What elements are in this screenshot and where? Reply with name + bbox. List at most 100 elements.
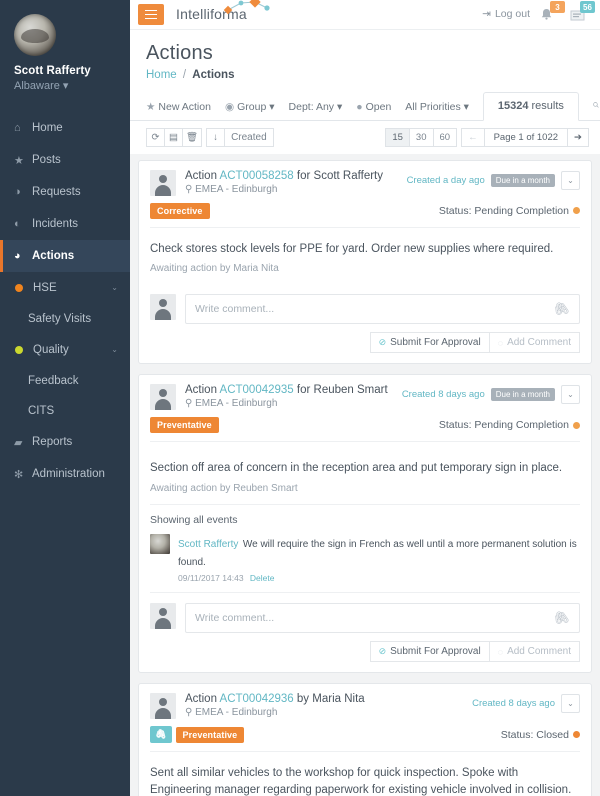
card-header: Action ACT00058258 for Scott Rafferty ⚲ … (150, 169, 580, 196)
sidebar-item-hse[interactable]: HSE ⌄ (0, 272, 130, 304)
card-status: Status: Pending Completion (439, 419, 580, 431)
page-size-15[interactable]: 15 (385, 127, 410, 147)
action-id-link[interactable]: ACT00058258 (220, 170, 294, 182)
action-id-link[interactable]: ACT00042935 (220, 384, 294, 396)
profile-org[interactable]: Albaware ▾ (14, 79, 130, 92)
comment-input-wrapper[interactable]: 🖇 (185, 294, 580, 325)
event-line: Scott Rafferty We will require the sign … (178, 534, 580, 570)
next-page-button[interactable]: ➔ (567, 127, 589, 147)
comment-icon: ◌ (497, 337, 504, 348)
home-icon: ⌂ (14, 122, 21, 134)
globe-icon: ◉ (224, 100, 235, 113)
card-expand-button[interactable]: ⌄ (561, 694, 580, 714)
logo-graph-icon (223, 0, 270, 15)
sidebar-item-cits[interactable]: CITS (0, 396, 130, 426)
notifications-button[interactable]: 3 (540, 1, 565, 25)
card-location: ⚲ EMEA - Edinburgh (185, 184, 407, 195)
sidebar-item-actions[interactable]: ◕ Actions (0, 240, 130, 272)
open-filter[interactable]: ● Open (356, 101, 391, 120)
documents-button[interactable]: 56 (570, 1, 595, 25)
breadcrumb-home[interactable]: Home (146, 69, 177, 81)
sidebar-nav: ⌂ Home ★ Posts ◑ Requests ◐ Incidents ◕ … (0, 112, 130, 490)
app-root: Scott Rafferty Albaware ▾ ⌂ Home ★ Posts… (0, 0, 600, 796)
card-events: Showing all events Scott Rafferty We wil… (150, 504, 580, 594)
search-icon (593, 102, 599, 108)
action-id-link[interactable]: ACT00042936 (220, 693, 294, 705)
comment-input-wrapper[interactable]: 🖇 (185, 603, 580, 634)
sidebar-subitem-label: Safety Visits (28, 313, 92, 325)
group-filter[interactable]: ◉ Group ▾ (225, 101, 275, 120)
sidebar-item-label: Home (32, 122, 63, 134)
columns-button[interactable]: ▤ (164, 127, 183, 147)
card-title-prefix: Action (185, 384, 217, 397)
refresh-icon: ⟳ (151, 131, 160, 143)
card-expand-button[interactable]: ⌄ (561, 170, 580, 190)
orange-dot-icon (15, 284, 23, 292)
sidebar-item-reports[interactable]: ▰ Reports (0, 426, 130, 458)
prev-page-button[interactable]: ← (461, 127, 485, 147)
card-expand-button[interactable]: ⌄ (561, 385, 580, 405)
brand-logo[interactable]: Intelliforma (176, 0, 270, 26)
paperclip-icon[interactable]: 🖇 (551, 299, 572, 320)
advanced-search-button[interactable]: Advanced Search (579, 91, 600, 120)
comment-input[interactable] (195, 612, 554, 625)
logout-button[interactable]: ⇥ Log out (482, 8, 530, 20)
notifications-badge: 3 (550, 1, 565, 14)
sidebar-item-incidents[interactable]: ◐ Incidents (0, 208, 130, 240)
add-comment-button[interactable]: ◌ Add Comment (488, 641, 580, 663)
sidebar-item-feedback[interactable]: Feedback (0, 366, 130, 396)
card-tag-row: Preventative Status: Pending Completion (150, 417, 580, 443)
sidebar-item-home[interactable]: ⌂ Home (0, 112, 130, 144)
sidebar-item-quality[interactable]: Quality ⌄ (0, 334, 130, 366)
sidebar-item-posts[interactable]: ★ Posts (0, 144, 130, 176)
avatar (14, 14, 56, 56)
page-indicator[interactable]: Page 1 of 1022 (483, 127, 569, 147)
card-assignee: Maria Nita (312, 693, 365, 706)
priorities-filter[interactable]: All Priorities ▾ (405, 101, 469, 120)
sidebar-subitem-label: Feedback (28, 375, 79, 387)
card-header: Action ACT00042936 by Maria Nita ⚲ EMEA … (150, 693, 580, 720)
results-tab[interactable]: 15324 results (482, 91, 579, 121)
dept-filter[interactable]: Dept: Any ▾ (289, 101, 343, 120)
paperclip-icon[interactable]: 🖇 (551, 608, 572, 629)
delete-button[interactable]: 🗑 (182, 127, 203, 147)
sidebar-item-administration[interactable]: ✻ Administration (0, 458, 130, 490)
submit-for-approval-button[interactable]: ⊘ Submit For Approval (369, 332, 490, 354)
arrow-down-icon: ↓ (213, 131, 218, 143)
comment-input[interactable] (195, 303, 554, 316)
page-size-30[interactable]: 30 (408, 127, 434, 147)
sidebar-item-safety-visits[interactable]: Safety Visits (0, 304, 130, 334)
sidebar-item-requests[interactable]: ◑ Requests (0, 176, 130, 208)
breadcrumb: Home / Actions (146, 69, 584, 81)
lime-dot-icon (15, 346, 23, 354)
card-title-block: Action ACT00042936 by Maria Nita ⚲ EMEA … (185, 693, 472, 718)
card-location-label: EMEA - Edinburgh (195, 398, 278, 410)
new-action-button[interactable]: ★ New Action (146, 101, 211, 120)
columns-icon: ▤ (169, 131, 178, 143)
sort-direction-button[interactable]: ↓ (206, 127, 226, 147)
page-header: Actions Home / Actions (130, 30, 600, 81)
card-title-block: Action ACT00042935 for Reuben Smart ⚲ EM… (185, 384, 402, 409)
refresh-button[interactable]: ⟳ (146, 127, 165, 147)
sort-field-button[interactable]: Created (224, 127, 274, 147)
page-size-60[interactable]: 60 (432, 127, 458, 147)
submit-for-approval-button[interactable]: ⊘ Submit For Approval (369, 641, 490, 663)
card-body: Sent all similar vehicles to the worksho… (150, 767, 572, 796)
event-delete-button[interactable]: Delete (250, 573, 275, 583)
sidebar-profile[interactable]: Scott Rafferty Albaware ▾ (0, 0, 130, 104)
card-title-prefix: Action (185, 169, 217, 182)
chevron-down-icon: ⌄ (567, 175, 574, 185)
event-meta: 09/11/2017 14:43 Delete (178, 573, 580, 583)
page-size-label: 30 (415, 131, 427, 143)
menu-toggle-button[interactable] (138, 3, 164, 25)
page-size-label: 15 (392, 131, 403, 143)
card-awaiting: Awaiting action by Reuben Smart (150, 483, 298, 495)
new-action-label: New Action (158, 100, 211, 113)
breadcrumb-separator: / (182, 68, 187, 81)
event-author[interactable]: Scott Rafferty (178, 539, 238, 550)
card-created: Created 8 days ago (472, 698, 555, 710)
chevron-down-icon: ▾ (463, 100, 469, 113)
chevron-down-icon: ⌄ (567, 699, 574, 709)
add-comment-button[interactable]: ◌ Add Comment (488, 332, 580, 354)
breadcrumb-current: Actions (192, 68, 235, 81)
